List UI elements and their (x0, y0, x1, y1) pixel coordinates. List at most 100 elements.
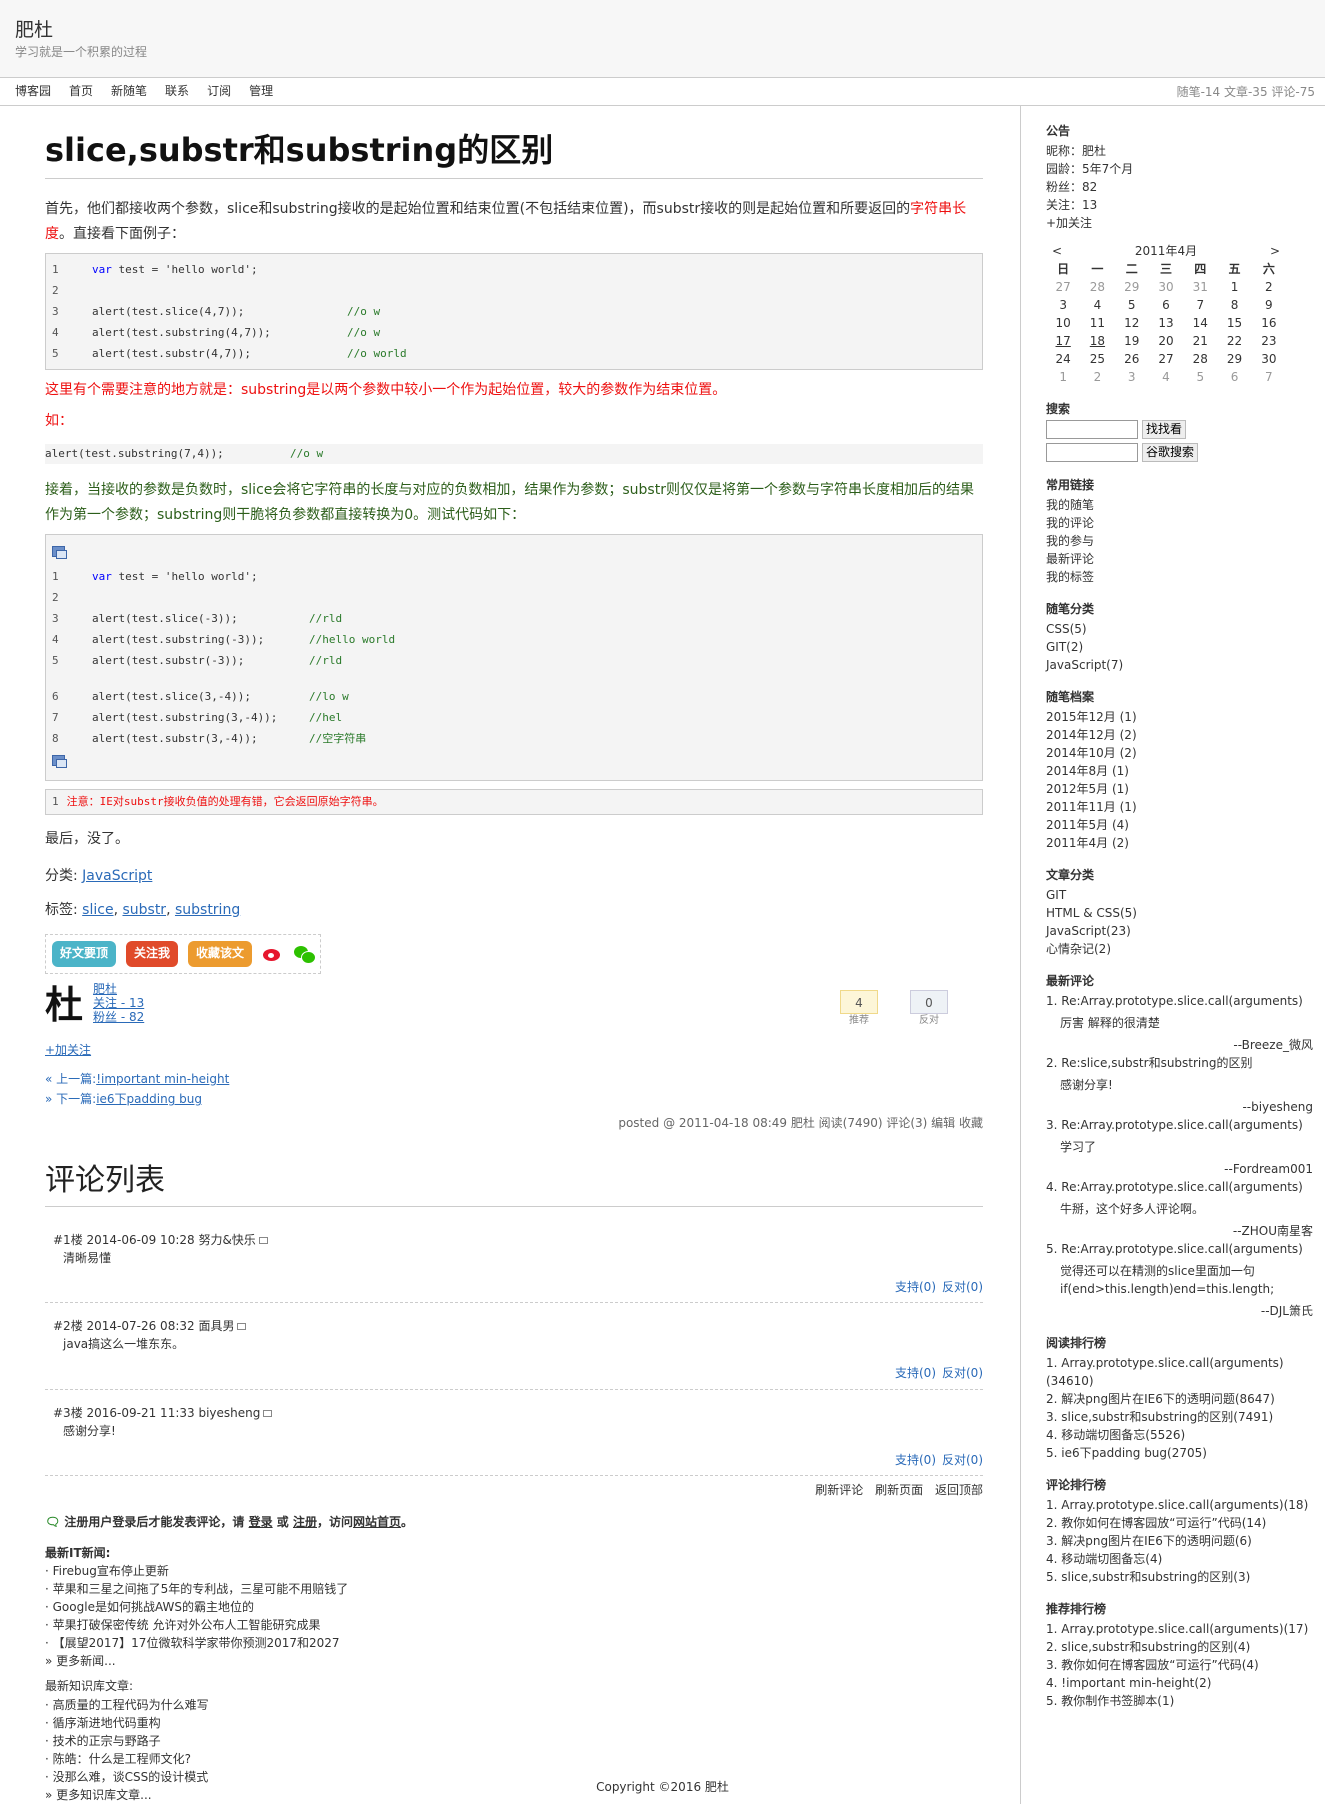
comment-rank-item[interactable]: 4. 移动端切图备忘(4) (1046, 1550, 1315, 1568)
link-my-posts[interactable]: 我的随笔 (1046, 496, 1315, 514)
article-category-item[interactable]: 心情杂记(2) (1046, 940, 1315, 958)
article-category-item[interactable]: HTML & CSS(5) (1046, 904, 1315, 922)
favorite-button[interactable]: 收藏该文 (188, 941, 253, 967)
archive-item[interactable]: 2011年5月 (4) (1046, 816, 1315, 834)
archive-item[interactable]: 2012年5月 (1) (1046, 780, 1315, 798)
kb-item[interactable]: · 高质量的工程代码为什么难写 (45, 1696, 983, 1714)
link-my-comments[interactable]: 我的评论 (1046, 514, 1315, 532)
weibo-icon[interactable] (262, 945, 284, 963)
comment-rank-item[interactable]: 5. slice,substr和substring的区别(3) (1046, 1568, 1315, 1586)
back-to-top-link[interactable]: 返回顶部 (935, 1483, 983, 1497)
refresh-comments-link[interactable]: 刷新评论 (815, 1483, 863, 1497)
notice-add-follow[interactable]: +加关注 (1046, 214, 1315, 232)
link-my-participation[interactable]: 我的参与 (1046, 532, 1315, 550)
calendar-day[interactable]: 17 (1046, 332, 1080, 350)
news-item[interactable]: · 苹果打破保密传统 允许对外公布人工智能研究成果 (45, 1616, 983, 1634)
oppose-link[interactable]: 反对(0) (942, 1280, 983, 1294)
recommend-rank-item[interactable]: 4. !important min-height(2) (1046, 1674, 1315, 1692)
archive-item[interactable]: 2015年12月 (1) (1046, 708, 1315, 726)
mail-icon[interactable] (237, 1323, 247, 1331)
author-avatar[interactable]: 杜 (45, 982, 91, 1042)
follow-me-button[interactable]: 关注我 (126, 941, 179, 967)
mail-icon[interactable] (258, 1237, 268, 1245)
support-link[interactable]: 支持(0) (895, 1366, 936, 1380)
article-category-item[interactable]: JavaScript(23) (1046, 922, 1315, 940)
recommend-rank-item[interactable]: 1. Array.prototype.slice.call(arguments)… (1046, 1620, 1315, 1638)
comment-rank-item[interactable]: 2. 教你如何在博客园放“可运行”代码(14) (1046, 1514, 1315, 1532)
nav-manage[interactable]: 管理 (249, 84, 273, 98)
google-search-button[interactable]: 谷歌搜索 (1142, 443, 1199, 462)
more-news-link[interactable]: » 更多新闻... (45, 1652, 983, 1670)
recent-comment-title[interactable]: 1. Re:Array.prototype.slice.call(argumen… (1046, 992, 1315, 1010)
author-name-link[interactable]: 肥杜 (93, 982, 144, 996)
login-link[interactable]: 登录 (249, 1515, 273, 1529)
kb-item[interactable]: · 循序渐进地代码重构 (45, 1714, 983, 1732)
calendar-day[interactable]: 18 (1080, 332, 1114, 350)
tag-link[interactable]: substring (175, 902, 240, 918)
recent-comment-title[interactable]: 4. Re:Array.prototype.slice.call(argumen… (1046, 1178, 1315, 1196)
read-rank-item[interactable]: 1. Array.prototype.slice.call(arguments)… (1046, 1354, 1315, 1390)
refresh-page-link[interactable]: 刷新页面 (875, 1483, 923, 1497)
digg-button[interactable]: 4 推荐 (840, 989, 878, 1034)
google-search-input[interactable] (1046, 443, 1138, 462)
nav-new-post[interactable]: 新随笔 (111, 84, 147, 98)
next-post-link[interactable]: ie6下padding bug (96, 1092, 202, 1106)
wechat-icon[interactable] (294, 945, 317, 965)
comment-rank-item[interactable]: 3. 解决png图片在IE6下的透明问题(6) (1046, 1532, 1315, 1550)
category-item[interactable]: GIT(2) (1046, 638, 1315, 656)
news-item[interactable]: · Google是如何挑战AWS的霸主地位的 (45, 1598, 983, 1616)
add-follow-link[interactable]: +加关注 (45, 1043, 91, 1057)
archive-item[interactable]: 2011年4月 (2) (1046, 834, 1315, 852)
oppose-link[interactable]: 反对(0) (942, 1366, 983, 1380)
link-recent-comments[interactable]: 最新评论 (1046, 550, 1315, 568)
kb-item[interactable]: · 技术的正宗与野路子 (45, 1732, 983, 1750)
news-item[interactable]: · 苹果和三星之间拖了5年的专利战，三星可能不用赔钱了 (45, 1580, 983, 1598)
archive-item[interactable]: 2014年10月 (2) (1046, 744, 1315, 762)
search-button[interactable]: 找找看 (1142, 420, 1187, 439)
category-item[interactable]: JavaScript(7) (1046, 656, 1315, 674)
recent-comment-title[interactable]: 5. Re:Array.prototype.slice.call(argumen… (1046, 1240, 1315, 1258)
register-link[interactable]: 注册 (293, 1515, 317, 1529)
support-link[interactable]: 支持(0) (895, 1280, 936, 1294)
bury-button[interactable]: 0 反对 (910, 989, 948, 1034)
news-item[interactable]: · 【展望2017】17位微软科学家带你预测2017和2027 (45, 1634, 983, 1652)
read-rank-item[interactable]: 5. ie6下padding bug(2705) (1046, 1444, 1315, 1462)
tag-link[interactable]: slice (82, 902, 113, 918)
oppose-link[interactable]: 反对(0) (942, 1453, 983, 1467)
recommend-rank-item[interactable]: 3. 教你如何在博客园放“可运行”代码(4) (1046, 1656, 1315, 1674)
tag-link[interactable]: substr (122, 902, 166, 918)
category-item[interactable]: CSS(5) (1046, 620, 1315, 638)
calendar-next-button[interactable]: > (1270, 242, 1280, 260)
recommend-rank-item[interactable]: 2. slice,substr和substring的区别(4) (1046, 1638, 1315, 1656)
read-rank-item[interactable]: 4. 移动端切图备忘(5526) (1046, 1426, 1315, 1444)
copy-code-icon[interactable] (52, 545, 67, 559)
link-my-tags[interactable]: 我的标签 (1046, 568, 1315, 586)
kb-item[interactable]: · 陈皓：什么是工程师文化? (45, 1750, 983, 1768)
recommend-button[interactable]: 好文要顶 (52, 941, 117, 967)
recent-comment-title[interactable]: 3. Re:Array.prototype.slice.call(argumen… (1046, 1116, 1315, 1134)
author-following-link[interactable]: 关注 - 13 (93, 996, 144, 1010)
copy-code-icon[interactable] (52, 754, 67, 768)
category-link[interactable]: JavaScript (82, 868, 152, 884)
comment-rank-item[interactable]: 1. Array.prototype.slice.call(arguments)… (1046, 1496, 1315, 1514)
author-fans-link[interactable]: 粉丝 - 82 (93, 1010, 144, 1024)
article-category-item[interactable]: GIT (1046, 886, 1315, 904)
mail-icon[interactable] (263, 1409, 273, 1417)
prev-post-link[interactable]: !important min-height (96, 1072, 229, 1086)
archive-item[interactable]: 2011年11月 (1) (1046, 798, 1315, 816)
archive-item[interactable]: 2014年12月 (2) (1046, 726, 1315, 744)
nav-cnblogs[interactable]: 博客园 (15, 84, 51, 98)
blog-title[interactable]: 肥杜 (15, 18, 1310, 42)
post-title[interactable]: slice,substr和substring的区别 (45, 128, 983, 179)
search-input[interactable] (1046, 420, 1138, 439)
recent-comment-title[interactable]: 2. Re:slice,substr和substring的区别 (1046, 1054, 1315, 1072)
support-link[interactable]: 支持(0) (895, 1453, 936, 1467)
archive-item[interactable]: 2014年8月 (1) (1046, 762, 1315, 780)
read-rank-item[interactable]: 3. slice,substr和substring的区别(7491) (1046, 1408, 1315, 1426)
recommend-rank-item[interactable]: 5. 教你制作书签脚本(1) (1046, 1692, 1315, 1710)
site-home-link[interactable]: 网站首页 (353, 1515, 401, 1529)
nav-subscribe[interactable]: 订阅 (207, 84, 231, 98)
calendar-prev-button[interactable]: < (1052, 242, 1062, 260)
news-item[interactable]: · Firebug宣布停止更新 (45, 1562, 983, 1580)
nav-contact[interactable]: 联系 (165, 84, 189, 98)
